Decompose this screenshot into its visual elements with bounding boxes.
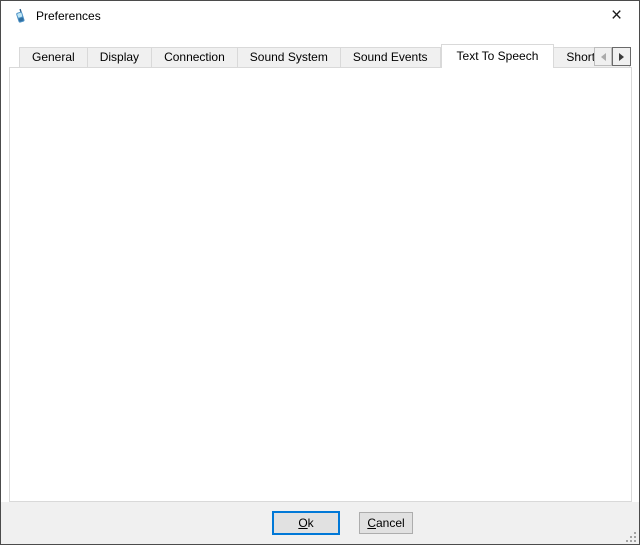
label-part: O — [298, 516, 307, 530]
label-part: k — [308, 516, 314, 530]
preferences-dialog: Preferences × General Display Connection… — [0, 0, 640, 545]
resize-grip[interactable] — [626, 532, 636, 542]
tab-scroll-right-icon — [619, 53, 624, 61]
tab-sound-system[interactable]: Sound System — [238, 47, 341, 68]
tab-scroll-right-button[interactable] — [612, 47, 631, 66]
tab-strip: General Display Connection Sound System … — [19, 44, 631, 68]
dialog-footer: Ok Cancel — [1, 502, 639, 545]
tab-page — [9, 67, 632, 502]
app-icon — [12, 8, 28, 24]
titlebar: Preferences × — [1, 1, 639, 31]
tab-display[interactable]: Display — [88, 47, 152, 68]
label-part: ancel — [376, 516, 405, 530]
tab-general[interactable]: General — [19, 47, 88, 68]
close-icon[interactable]: × — [594, 1, 639, 31]
tab-sound-events[interactable]: Sound Events — [341, 47, 441, 68]
tab-text-to-speech[interactable]: Text To Speech — [441, 44, 555, 68]
cancel-button[interactable]: Cancel — [359, 512, 413, 534]
tab-scroll-left-button[interactable] — [594, 47, 612, 66]
label-part: C — [367, 516, 376, 530]
tab-scroll-left-icon — [601, 53, 606, 61]
tab-connection[interactable]: Connection — [152, 47, 238, 68]
ok-button[interactable]: Ok — [272, 511, 340, 535]
window-title: Preferences — [36, 9, 101, 23]
